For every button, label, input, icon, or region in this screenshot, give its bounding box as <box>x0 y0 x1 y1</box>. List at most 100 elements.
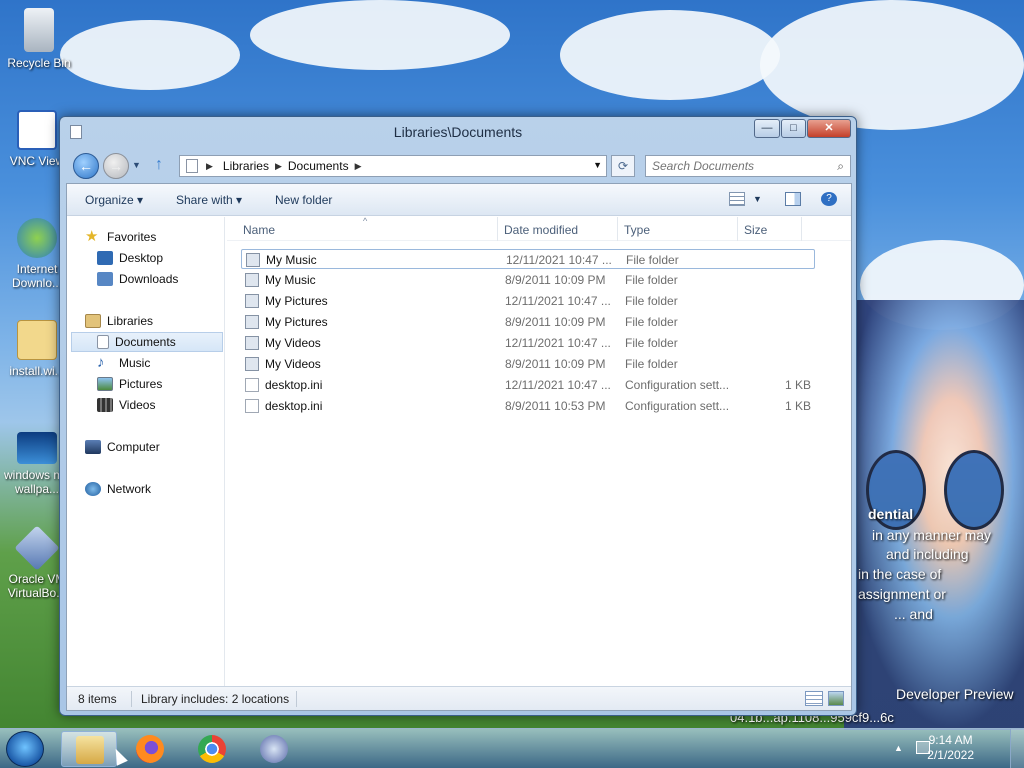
maximize-button[interactable]: □ <box>781 119 806 138</box>
desktop-cloud <box>60 20 240 90</box>
nav-libraries[interactable]: Libraries <box>85 311 153 331</box>
library-locations[interactable]: Library includes: 2 locations <box>141 692 289 706</box>
preview-pane-icon[interactable] <box>785 192 801 206</box>
breadcrumb-libraries[interactable]: Libraries <box>217 159 275 173</box>
chrome-icon <box>198 735 226 763</box>
status-divider <box>131 691 132 707</box>
file-row[interactable]: My Pictures 8/9/2011 10:09 PM File folde… <box>241 312 815 332</box>
pictures-icon <box>97 377 113 391</box>
breadcrumb-chevron-icon[interactable]: ▶ <box>355 161 362 172</box>
forward-button[interactable]: → <box>103 153 129 179</box>
wallpaper-image-icon <box>17 432 57 464</box>
address-dropdown-icon[interactable]: ▼ <box>593 160 602 170</box>
videos-icon <box>97 398 113 412</box>
navigation-bar: ← → ▼ ↑ ▶ Libraries ▶ Documents ▶ ▼ ⟳ ⌕ <box>67 151 851 181</box>
breadcrumb-chevron-icon[interactable]: ▶ <box>275 161 282 172</box>
taskbar-app[interactable] <box>246 731 302 767</box>
change-view-icon[interactable] <box>729 192 745 206</box>
explorer-window: Libraries\Documents — □ ✕ ← → ▼ ↑ ▶ Libr… <box>59 116 857 716</box>
config-file-icon <box>245 399 259 413</box>
search-icon[interactable]: ⌕ <box>837 159 844 174</box>
downloads-folder-icon <box>97 272 113 286</box>
documents-icon <box>97 335 109 349</box>
nav-network[interactable]: Network <box>85 479 151 499</box>
nav-desktop[interactable]: Desktop <box>97 248 163 268</box>
column-type[interactable]: Type <box>624 223 650 237</box>
content-pane: Organize ▾ Share with ▾ New folder ▼ ? ★… <box>66 183 852 711</box>
nav-pictures[interactable]: Pictures <box>97 374 162 394</box>
share-with-button[interactable]: Share with ▾ <box>176 193 242 207</box>
nav-music[interactable]: ♪ Music <box>97 353 150 373</box>
desktop-icon-recycle-bin[interactable]: Recycle Bin <box>2 8 76 70</box>
clock-date: 2/1/2022 <box>927 748 974 762</box>
column-date-modified[interactable]: Date modified <box>504 223 578 237</box>
file-row[interactable]: desktop.ini 12/11/2021 10:47 ... Configu… <box>241 375 815 395</box>
item-count: 8 items <box>78 692 117 706</box>
column-divider[interactable] <box>801 217 802 241</box>
file-row[interactable]: My Videos 12/11/2021 10:47 ... File fold… <box>241 333 815 353</box>
details-view-icon[interactable] <box>805 691 823 706</box>
music-icon: ♪ <box>97 354 105 371</box>
desktop-cloud <box>250 0 510 70</box>
column-divider[interactable] <box>737 217 738 241</box>
column-name[interactable]: Name <box>243 223 275 237</box>
folder-shortcut-icon <box>245 273 259 287</box>
recycle-bin-icon <box>24 8 54 52</box>
address-folder-icon <box>186 159 198 173</box>
column-size[interactable]: Size <box>744 223 767 237</box>
nav-downloads[interactable]: Downloads <box>97 269 178 289</box>
title-bar[interactable]: Libraries\Documents — □ ✕ <box>60 117 856 149</box>
nav-favorites[interactable]: ★ Favorites <box>85 227 156 247</box>
nav-computer[interactable]: Computer <box>85 437 160 457</box>
desktop-icon <box>97 251 113 265</box>
system-clock[interactable]: 9:14 AM 2/1/2022 <box>927 733 974 763</box>
search-input[interactable] <box>646 156 826 176</box>
wallpaper-text: in the case of <box>858 566 942 582</box>
column-divider[interactable] <box>497 217 498 241</box>
folder-shortcut-icon <box>245 294 259 308</box>
taskbar-windows-explorer[interactable] <box>61 731 117 767</box>
refresh-button[interactable]: ⟳ <box>611 155 635 177</box>
file-row[interactable]: desktop.ini 8/9/2011 10:53 PM Configurat… <box>241 396 815 416</box>
nav-documents[interactable]: Documents <box>71 332 223 352</box>
file-row[interactable]: My Music 8/9/2011 10:09 PM File folder <box>241 270 815 290</box>
wallpaper-text: and including <box>886 546 969 562</box>
file-list: ^ Name Date modified Type Size My Music … <box>227 216 851 687</box>
search-box[interactable]: ⌕ <box>645 155 851 177</box>
organize-button[interactable]: Organize ▾ <box>85 193 143 207</box>
virtualbox-icon <box>14 525 60 571</box>
address-bar[interactable]: ▶ Libraries ▶ Documents ▶ ▼ <box>179 155 607 177</box>
desktop-cloud <box>760 0 1024 130</box>
start-button[interactable] <box>6 731 44 767</box>
computer-icon <box>85 440 101 454</box>
file-row[interactable]: My Music 12/11/2021 10:47 ... File folde… <box>241 249 815 269</box>
config-file-icon <box>245 378 259 392</box>
wallpaper-text: assignment or <box>858 586 946 602</box>
up-arrow-icon[interactable]: ↑ <box>155 156 163 174</box>
status-divider <box>296 691 297 707</box>
new-folder-button[interactable]: New folder <box>275 193 332 207</box>
network-icon <box>85 482 101 496</box>
show-desktop-button[interactable] <box>1010 729 1024 768</box>
nav-videos[interactable]: Videos <box>97 395 155 415</box>
column-divider[interactable] <box>617 217 618 241</box>
recent-pages-dropdown-icon[interactable]: ▼ <box>132 160 141 170</box>
file-row[interactable]: My Pictures 12/11/2021 10:47 ... File fo… <box>241 291 815 311</box>
taskbar-chrome[interactable] <box>184 731 240 767</box>
show-hidden-icons-button[interactable]: ▲ <box>894 743 903 753</box>
wallpaper-text: dential <box>868 506 914 522</box>
close-button[interactable]: ✕ <box>807 119 851 138</box>
help-icon[interactable]: ? <box>821 192 837 206</box>
minimize-button[interactable]: — <box>754 119 780 138</box>
view-options-dropdown-icon[interactable]: ▼ <box>753 194 762 204</box>
back-button[interactable]: ← <box>73 153 99 179</box>
file-row[interactable]: My Videos 8/9/2011 10:09 PM File folder <box>241 354 815 374</box>
large-icons-view-icon[interactable] <box>828 691 844 706</box>
breadcrumb-documents[interactable]: Documents <box>282 159 355 173</box>
navigation-pane: ★ Favorites Desktop Downloads Libraries … <box>67 217 225 687</box>
folder-shortcut-icon <box>245 315 259 329</box>
vnc-viewer-icon <box>17 110 57 150</box>
taskbar-firefox[interactable] <box>122 731 178 767</box>
breadcrumb-chevron-icon[interactable]: ▶ <box>206 161 213 172</box>
app-icon <box>260 735 288 763</box>
